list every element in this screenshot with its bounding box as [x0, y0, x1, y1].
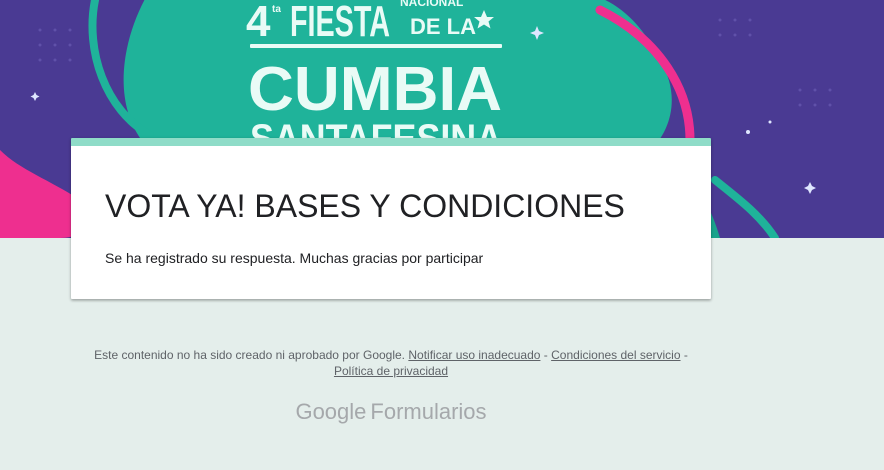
terms-of-service-link[interactable]: Condiciones del servicio — [551, 348, 680, 362]
form-title: VOTA YA! BASES Y CONDICIONES — [105, 188, 625, 224]
banner-underline — [250, 44, 502, 48]
google-forms-logo[interactable]: Google Formularios — [71, 398, 711, 426]
confirmation-card: VOTA YA! BASES Y CONDICIONES Se ha regis… — [71, 138, 711, 299]
banner-cumbia: CUMBIA — [248, 55, 502, 124]
forms-wordmark: Formularios — [370, 399, 487, 424]
banner-de-la: DE LA — [410, 14, 476, 39]
confirmation-message: Se ha registrado su respuesta. Muchas gr… — [105, 250, 484, 266]
banner-fiesta: FIESTA — [290, 0, 390, 46]
google-wordmark: Google — [295, 399, 367, 424]
footer-separator: - — [680, 348, 688, 362]
footer-separator: - — [540, 348, 552, 362]
banner-superscript: ta — [272, 4, 281, 15]
report-abuse-link[interactable]: Notificar uso inadecuado — [408, 348, 540, 362]
footer-disclaimer: Este contenido no ha sido creado ni apro… — [71, 347, 711, 379]
banner-number: 4 — [246, 0, 271, 46]
privacy-policy-link[interactable]: Política de privacidad — [334, 364, 448, 378]
disclaimer-text: Este contenido no ha sido creado ni apro… — [94, 348, 406, 362]
banner-nacional: NACIONAL — [400, 0, 463, 9]
